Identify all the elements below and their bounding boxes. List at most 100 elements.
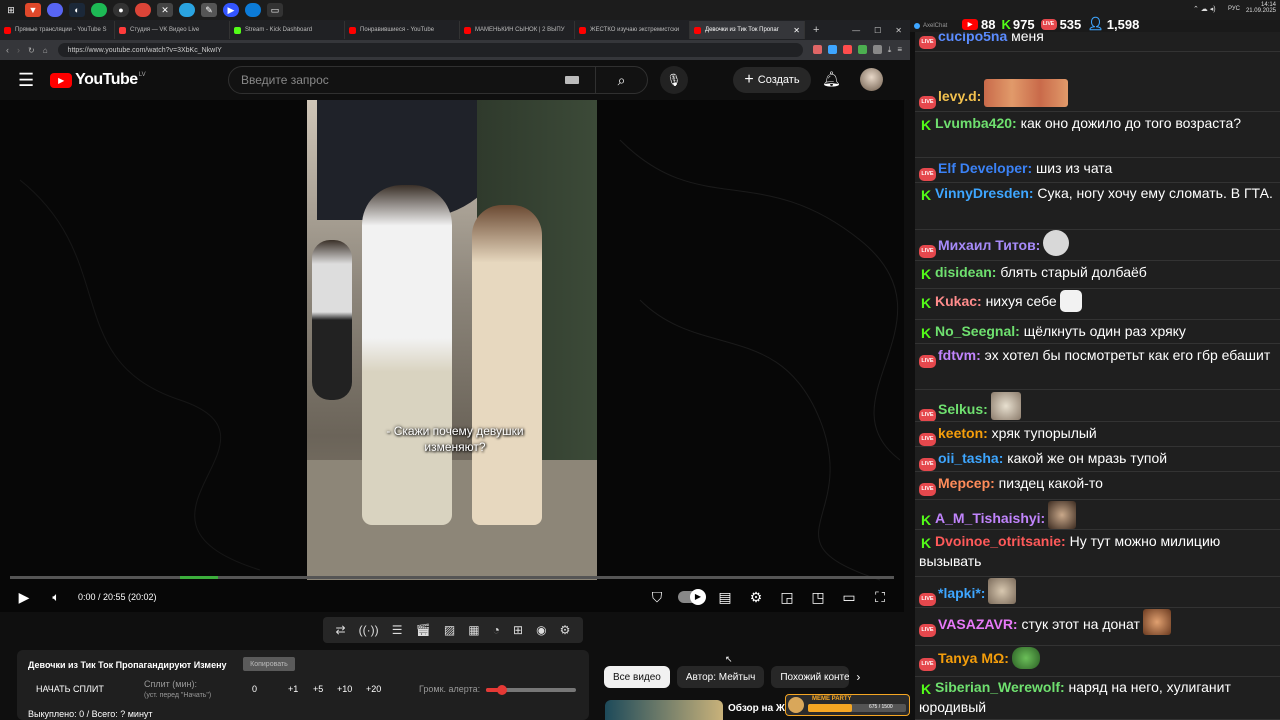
chat-nickname[interactable]: *lapki*: [938, 585, 985, 601]
speed-icon[interactable]: ◔ [493, 623, 500, 637]
browser-tab[interactable]: ЖЕСТКО изучаю экстремистски [575, 21, 690, 39]
chat-nickname[interactable]: oii_tasha: [938, 450, 1003, 466]
maximize-icon[interactable]: ☐ [874, 26, 881, 35]
chat-nickname[interactable]: Siberian_Werewolf: [935, 679, 1065, 695]
app-icon[interactable]: ✕ [157, 3, 173, 17]
chat-nickname[interactable]: Михаил Титов: [938, 237, 1040, 253]
clapper-icon[interactable]: 🎬︎ [416, 623, 431, 637]
hamburger-icon[interactable]: ☰ [18, 70, 34, 91]
browser-tab[interactable]: МАМЕНЬКИН СЫНОК | 2 ВЫПУ [460, 21, 575, 39]
chip-author[interactable]: Автор: Мейтыч [676, 666, 765, 688]
brave-icon[interactable]: ▼ [25, 3, 41, 17]
edge-icon[interactable] [245, 3, 261, 17]
keyboard-language[interactable]: РУС [1228, 6, 1240, 12]
discord-icon[interactable] [47, 3, 63, 17]
voice-search-button[interactable]: 🎙 [660, 66, 688, 94]
chat-nickname[interactable]: fdtvm: [938, 347, 981, 363]
browser-tab[interactable]: Студия — VK Видео Live [115, 21, 230, 39]
browser-tab[interactable]: Stream - Kick Dashboard [230, 21, 345, 39]
chat-nickname[interactable]: No_Seegnal: [935, 323, 1020, 339]
browser-tab-active[interactable]: Девочки из Тик Ток Пропаг ✕ [690, 21, 805, 39]
subtitles-icon[interactable]: ▤ [715, 587, 735, 607]
theater-icon[interactable]: ◳ [808, 587, 828, 607]
autoplay-toggle[interactable]: ▶ [678, 589, 706, 605]
chrome-icon[interactable] [135, 3, 151, 17]
chat-nickname[interactable]: Elf Developer: [938, 160, 1032, 176]
extension-icon[interactable] [827, 45, 837, 54]
chat-nickname[interactable]: Dvoinoe_otritsanie: [935, 533, 1066, 549]
minimize-icon[interactable]: — [852, 26, 860, 35]
obs-icon[interactable]: ● [113, 3, 129, 17]
menu-icon[interactable]: ≡ [897, 45, 902, 55]
forward-icon[interactable]: › [17, 45, 20, 55]
extension-icon[interactable] [842, 45, 852, 54]
steam-icon[interactable]: ◐ [69, 3, 85, 17]
media-icon[interactable]: ▶ [223, 3, 239, 17]
back-icon[interactable]: ‹ [6, 45, 9, 55]
chat-nickname[interactable]: VinnyDresden: [935, 185, 1034, 201]
browser-tab[interactable]: Понравившиеся - YouTube [345, 21, 460, 39]
chat-nickname[interactable]: Kukac: [935, 293, 982, 309]
telegram-icon[interactable] [179, 3, 195, 17]
related-video-title[interactable]: Обзор на ЖЕ [728, 703, 792, 714]
start-split-button[interactable]: НАЧАТЬ СПЛИТ [36, 684, 104, 694]
chat-nickname[interactable]: Tanya MΩ: [938, 650, 1009, 666]
alert-volume-knob[interactable] [497, 685, 508, 695]
youtube-logo-text[interactable]: YouTube [75, 71, 138, 89]
broadcast-icon[interactable]: ((·)) [359, 623, 379, 637]
chat-nickname[interactable]: cucipo5na [938, 32, 1007, 44]
split-value[interactable]: 0 [252, 684, 257, 694]
alert-volume-slider[interactable] [486, 685, 576, 695]
new-tab-button[interactable]: + [813, 24, 819, 36]
film-icon[interactable]: ▦ [468, 623, 479, 637]
chat-nickname[interactable]: VASAZAVR: [938, 616, 1018, 632]
video-player[interactable]: - Скажи почему девушки изменяют? ▶ 🔈︎ 0:… [0, 100, 904, 612]
miniplayer-icon[interactable]: ◲ [777, 587, 797, 607]
chat-nickname[interactable]: Мерсер: [938, 475, 995, 491]
search-input[interactable]: Введите запрос ⌕ [228, 66, 648, 94]
search-icon[interactable]: ⌕ [595, 67, 647, 93]
spotify-icon[interactable] [91, 3, 107, 17]
add-1-button[interactable]: +1 [288, 684, 298, 694]
notifications-icon[interactable]: 🔔︎ [822, 70, 841, 88]
chip-similar[interactable]: Похожий конте [771, 666, 850, 688]
tool-icon[interactable]: ✎ [201, 3, 217, 17]
folder-icon[interactable]: ▭ [267, 3, 283, 17]
extension-icon[interactable] [812, 45, 822, 54]
screenshot-icon[interactable]: ◉ [536, 623, 546, 637]
chat-nickname[interactable]: A_M_Tishaishyi: [935, 510, 1045, 526]
volume-icon[interactable]: 🔈︎ [46, 587, 66, 607]
gear-icon[interactable]: ⚙ [560, 623, 571, 637]
chat-nickname[interactable]: disidean: [935, 264, 996, 280]
close-tab-icon[interactable]: ✕ [793, 26, 800, 35]
loop-icon[interactable]: ⇄ [336, 623, 346, 637]
browser-tab[interactable]: Прямые трансляции - YouTube S [0, 21, 115, 39]
add-5-button[interactable]: +5 [313, 684, 323, 694]
extension-icon[interactable] [857, 45, 867, 54]
add-icon[interactable]: ⊞ [513, 623, 523, 637]
add-20-button[interactable]: +20 [366, 684, 381, 694]
playlist-icon[interactable]: ☰ [392, 623, 403, 637]
home-icon[interactable]: ⌂ [43, 46, 48, 55]
settings-icon[interactable]: ⚙ [746, 587, 766, 607]
url-field[interactable]: https://www.youtube.com/watch?v=3XbKc_Nk… [57, 43, 803, 57]
create-button[interactable]: + Создать [733, 67, 811, 93]
chat-nickname[interactable]: Lvumba420: [935, 115, 1017, 131]
youtube-logo-icon[interactable]: ▶ [50, 72, 73, 88]
close-window-icon[interactable]: ✕ [895, 26, 902, 35]
chat-nickname[interactable]: Selkus: [938, 401, 988, 417]
tray-icons[interactable]: ⌃ ☁ ◂) [1193, 5, 1216, 13]
play-icon[interactable]: ▶ [14, 587, 34, 607]
related-video-thumbnail[interactable] [605, 700, 723, 720]
progress-bar[interactable] [10, 576, 894, 579]
copy-button[interactable]: Копировать [243, 657, 295, 671]
chip-all-videos[interactable]: Все видео [604, 666, 670, 688]
keyboard-icon[interactable] [565, 76, 579, 84]
start-icon[interactable]: ⊞ [3, 3, 19, 17]
chevron-right-icon[interactable]: › [856, 670, 860, 684]
extension-icon[interactable] [872, 45, 882, 54]
cinema-mode-icon[interactable]: ▭ [839, 587, 859, 607]
add-10-button[interactable]: +10 [337, 684, 352, 694]
chat-nickname[interactable]: levy.d: [938, 88, 981, 104]
reload-icon[interactable]: ↻ [28, 46, 35, 55]
